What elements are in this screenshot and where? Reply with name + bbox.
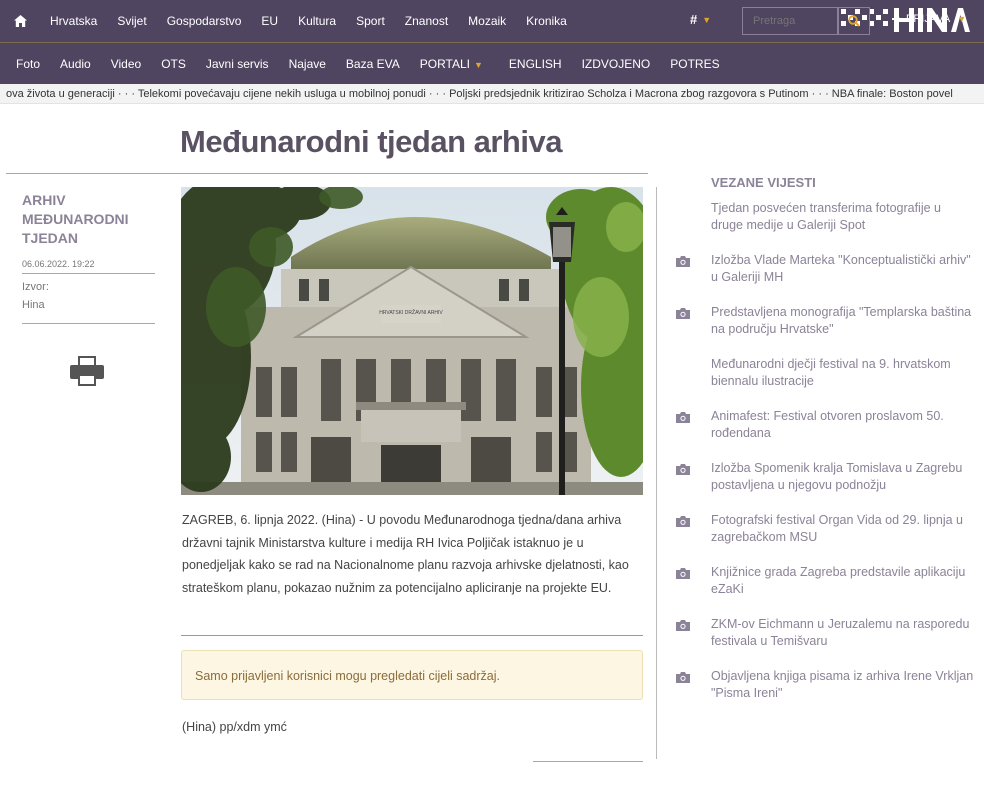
related-item[interactable]: Tjedan posvećen transferima fotografije … — [676, 200, 976, 252]
nav-portali-label: PORTALI — [419, 56, 470, 71]
home-button[interactable] — [0, 0, 40, 42]
nav-svijet[interactable]: Svijet — [107, 14, 156, 28]
nav-najave[interactable]: Najave — [279, 57, 336, 71]
meta-divider — [22, 273, 155, 274]
hashtag-dropdown[interactable]: # ▼ — [690, 12, 711, 27]
nav-eu[interactable]: EU — [251, 14, 288, 28]
nav-baza-eva[interactable]: Baza EVA — [336, 57, 410, 71]
nav-english[interactable]: ENGLISH — [493, 57, 572, 71]
page-title: Međunarodni tjedan arhiva — [180, 124, 562, 159]
article-category[interactable]: ARHIV MEĐUNARODNI TJEDAN — [22, 191, 142, 248]
nav-znanost[interactable]: Znanost — [395, 14, 458, 28]
nav-hrvatska[interactable]: Hrvatska — [40, 14, 107, 28]
related-item-title: Fotografski festival Organ Vida od 29. l… — [711, 513, 963, 544]
camera-icon — [676, 672, 690, 683]
related-item-title: Objavljena knjiga pisama iz arhiva Irene… — [711, 669, 974, 700]
related-news-list: Tjedan posvećen transferima fotografije … — [676, 200, 976, 720]
home-icon — [13, 15, 27, 27]
nav-gospodarstvo[interactable]: Gospodarstvo — [157, 14, 252, 28]
related-item-title: Predstavljena monografija "Templarska ba… — [711, 305, 972, 336]
main-nav: Hrvatska Svijet Gospodarstvo EU Kultura … — [40, 14, 577, 28]
camera-icon — [676, 256, 690, 267]
camera-icon — [676, 412, 690, 423]
camera-icon — [676, 620, 690, 631]
camera-icon — [676, 516, 690, 527]
related-item-title: Animafest: Festival otvoren proslavom 50… — [711, 409, 944, 440]
search-icon — [848, 15, 860, 27]
camera-icon — [676, 308, 690, 319]
article-date: 06.06.2022. 19:22 — [22, 259, 95, 269]
related-item[interactable]: Animafest: Festival otvoren proslavom 50… — [676, 408, 976, 460]
related-item-title: Knjižnice grada Zagreba predstavile apli… — [711, 565, 966, 596]
related-item-title: Izložba Spomenik kralja Tomislava u Zagr… — [711, 461, 963, 492]
related-item[interactable]: Izložba Spomenik kralja Tomislava u Zagr… — [676, 460, 976, 512]
related-item[interactable]: Objavljena knjiga pisama iz arhiva Irene… — [676, 668, 976, 720]
related-item[interactable]: Knjižnice grada Zagreba predstavile apli… — [676, 564, 976, 616]
source-value: Hina — [22, 299, 45, 311]
related-item-title: Izložba Vlade Marteka "Konceptualistički… — [711, 253, 971, 284]
sign-in-icon — [892, 15, 901, 23]
related-item-title: Tjedan posvećen transferima fotografije … — [711, 201, 941, 232]
body-divider — [181, 635, 643, 636]
print-icon — [70, 356, 104, 386]
login-notice: Samo prijavljeni korisnici mogu pregleda… — [181, 650, 643, 700]
related-item[interactable]: Predstavljena monografija "Templarska ba… — [676, 304, 976, 356]
related-item[interactable]: ZKM-ov Eichmann u Jeruzalemu na raspored… — [676, 616, 976, 668]
nav-izdvojeno[interactable]: IZDVOJENO — [572, 57, 661, 71]
source-label: Izvor: — [22, 281, 49, 293]
related-item-title: Međunarodni dječji festival na 9. hrvats… — [711, 357, 951, 388]
hashtag-icon: # — [690, 12, 698, 27]
login-label: PRIJAVA — [906, 13, 951, 25]
search-input[interactable] — [742, 7, 838, 35]
nav-potres[interactable]: POTRES — [660, 57, 729, 71]
caret-down-icon: ▼ — [473, 59, 483, 70]
related-item[interactable]: Međunarodni dječji festival na 9. hrvats… — [676, 356, 976, 408]
bottom-divider — [533, 761, 643, 762]
caret-down-icon: ▼ — [957, 14, 967, 24]
nav-portali[interactable]: PORTALI ▼ — [410, 57, 493, 71]
nav-foto[interactable]: Foto — [0, 57, 50, 71]
nav-mozaik[interactable]: Mozaik — [458, 14, 516, 28]
archive-building-image: HRVATSKI DRŽAVNI ARHIV — [181, 187, 643, 495]
camera-icon — [676, 568, 690, 579]
camera-icon — [676, 464, 690, 475]
nav-audio[interactable]: Audio — [50, 57, 101, 71]
related-item[interactable]: Fotografski festival Organ Vida od 29. l… — [676, 512, 976, 564]
related-item[interactable]: Izložba Vlade Marteka "Konceptualistički… — [676, 252, 976, 304]
search-button[interactable] — [838, 7, 870, 35]
article-signature: (Hina) pp/xdm ymć — [182, 720, 287, 734]
secondary-navigation: Foto Audio Video OTS Javni servis Najave… — [0, 42, 984, 84]
nav-javni-servis[interactable]: Javni servis — [196, 57, 279, 71]
nav-sport[interactable]: Sport — [346, 14, 395, 28]
caret-down-icon: ▼ — [702, 14, 712, 25]
column-divider — [656, 187, 657, 759]
related-item-title: ZKM-ov Eichmann u Jeruzalemu na raspored… — [711, 617, 970, 648]
nav-kultura[interactable]: Kultura — [288, 14, 346, 28]
article-photo[interactable]: HRVATSKI DRŽAVNI ARHIV — [181, 187, 643, 495]
article-body: ZAGREB, 6. lipnja 2022. (Hina) - U povod… — [182, 513, 629, 595]
print-button[interactable] — [70, 356, 104, 386]
related-news-heading: VEZANE VIJESTI — [711, 175, 816, 190]
building-sign: HRVATSKI DRŽAVNI ARHIV — [379, 308, 443, 316]
nav-video[interactable]: Video — [101, 57, 151, 71]
login-button[interactable]: PRIJAVA ▼ — [892, 13, 966, 25]
nav-ots[interactable]: OTS — [151, 57, 196, 71]
nav-kronika[interactable]: Kronika — [516, 14, 577, 28]
news-ticker[interactable]: ova života u generaciji · · · Telekomi p… — [0, 84, 984, 104]
title-divider — [6, 173, 648, 174]
meta-divider — [22, 323, 155, 324]
